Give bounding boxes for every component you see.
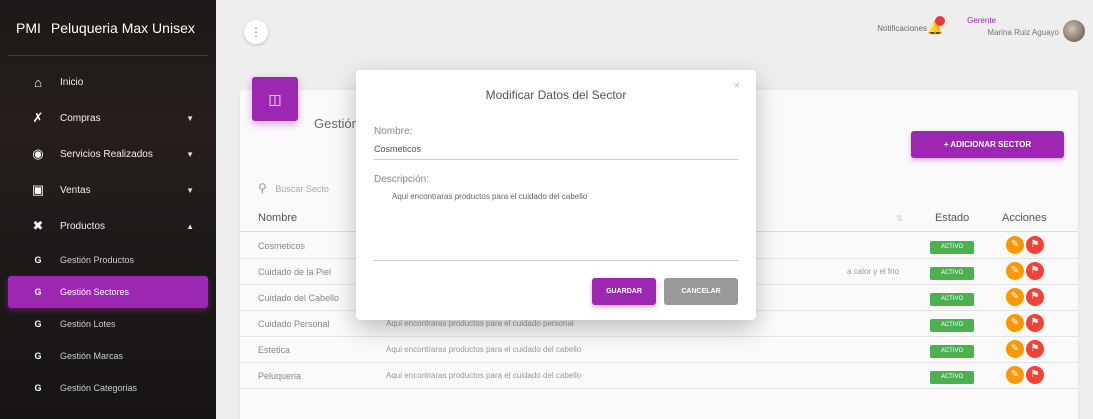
description-underline — [374, 260, 738, 261]
sidebar-subitem-sectores[interactable]: G Gestión Sectores — [8, 276, 208, 308]
sidebar: PMI Peluqueria Max Unisex ⌂ Inicio ✗ Com… — [0, 0, 216, 419]
sidebar-subitem-marcas[interactable]: G Gestión Marcas — [8, 340, 208, 372]
caret-down-icon: ▼ — [186, 149, 194, 159]
caret-down-icon: ▼ — [186, 185, 194, 195]
caret-down-icon: ▼ — [186, 113, 194, 123]
brand-mini: PMI — [16, 19, 41, 36]
sidebar-item-servicios[interactable]: ◉ Servicios Realizados ▼ — [8, 136, 208, 172]
sidebar-item-label: Productos — [60, 220, 106, 232]
sidebar-subitem-label: Gestión Productos — [60, 255, 135, 265]
sidebar-item-label: Compras — [60, 112, 101, 124]
edit-sector-modal: Modificar Datos del Sector × Nombre: Cos… — [356, 70, 756, 320]
sidebar-menu: ⌂ Inicio ✗ Compras ▼ ◉ Servicios Realiza… — [0, 64, 216, 404]
sidebar-subitem-productos[interactable]: G Gestión Productos — [8, 244, 208, 276]
product-icon: ✖ — [32, 218, 44, 233]
sidebar-item-ventas[interactable]: ▣ Ventas ▼ — [8, 172, 208, 208]
cart-icon: ▣ — [31, 182, 45, 197]
sidebar-subitem-prefix: G — [34, 351, 42, 361]
sidebar-subitem-label: Gestión Lotes — [60, 319, 116, 329]
sidebar-item-label: Servicios Realizados — [60, 148, 153, 160]
save-button[interactable]: GUARDAR — [592, 278, 656, 305]
name-field[interactable]: Cosmeticos — [374, 144, 738, 160]
name-label: Nombre: — [374, 126, 413, 137]
description-field[interactable]: Aqui encontraras productos para el cuida… — [392, 192, 587, 201]
cancel-button[interactable]: CANCELAR — [664, 278, 738, 305]
sidebar-subitem-label: Gestión Marcas — [60, 351, 124, 361]
caret-up-icon: ▲ — [186, 221, 194, 231]
home-icon: ⌂ — [34, 74, 42, 90]
shopping-off-icon: ✗ — [32, 110, 44, 125]
description-label: Descripción: — [374, 174, 430, 185]
sidebar-subitem-prefix: G — [34, 287, 42, 297]
sidebar-subitem-lotes[interactable]: G Gestión Lotes — [8, 308, 208, 340]
sidebar-subitem-label: Gestión Sectores — [60, 287, 130, 297]
close-icon[interactable]: × — [734, 80, 740, 92]
sidebar-subitem-categorias[interactable]: G Gestión Categorias — [8, 372, 208, 404]
sidebar-subitem-prefix: G — [34, 383, 42, 393]
modal-title: Modificar Datos del Sector — [485, 88, 627, 102]
brand[interactable]: PMI Peluqueria Max Unisex — [8, 0, 208, 56]
brand-name: Peluqueria Max Unisex — [50, 19, 195, 36]
sidebar-item-label: Inicio — [60, 76, 84, 88]
sidebar-item-productos[interactable]: ✖ Productos ▲ — [8, 208, 208, 244]
sidebar-subitem-prefix: G — [34, 319, 42, 329]
sidebar-item-compras[interactable]: ✗ Compras ▼ — [8, 100, 208, 136]
sidebar-item-label: Ventas — [60, 184, 91, 196]
sidebar-item-inicio[interactable]: ⌂ Inicio — [8, 64, 208, 100]
sidebar-subitem-prefix: G — [34, 255, 42, 265]
service-icon: ◉ — [32, 146, 44, 161]
sidebar-subitem-label: Gestión Categorias — [60, 383, 138, 393]
